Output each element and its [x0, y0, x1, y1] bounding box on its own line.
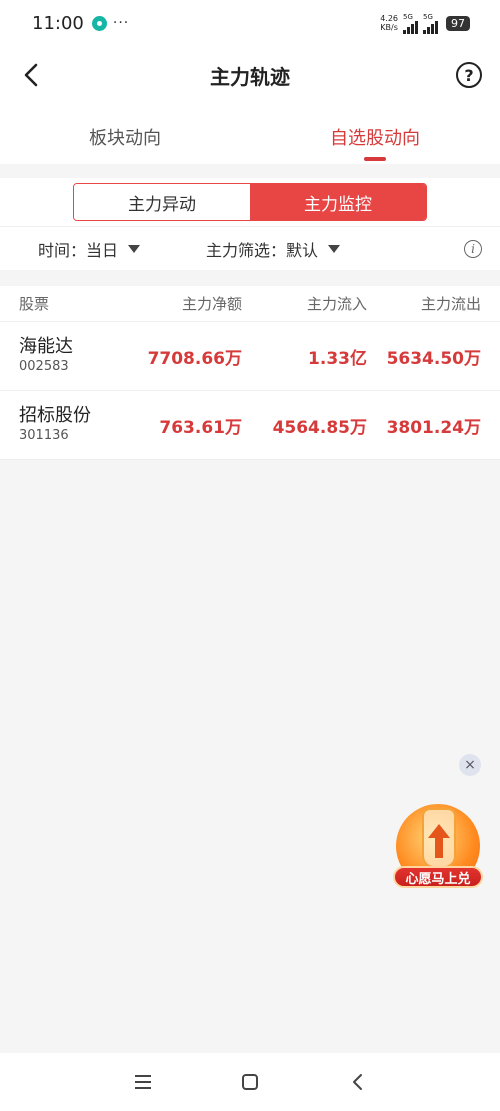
table-row[interactable]: 海能达 002583 7708.66万 1.33亿 5634.50万 [0, 322, 500, 391]
signal-icon: 5G [403, 13, 418, 34]
network-speed-value: 4.26 [380, 14, 398, 23]
signal-icon-2: 5G [423, 13, 438, 34]
outflow-value: 5634.50万 [386, 348, 481, 369]
page-title: 主力轨迹 [210, 64, 290, 89]
promo-label: 心愿马上兑 [393, 866, 483, 888]
table-row[interactable]: 招标股份 301136 763.61万 4564.85万 3801.24万 [0, 391, 500, 460]
main-force-filter[interactable]: 主力筛选：默认 [206, 237, 341, 261]
net-value: 763.61万 [159, 417, 242, 438]
stock-cell: 招标股份 301136 [0, 405, 130, 445]
main-tabs: 板块动向 自选股动向 [0, 104, 500, 164]
back-nav-button[interactable] [337, 1062, 377, 1102]
app-notification-icon [91, 15, 107, 31]
header-outflow[interactable]: 主力流出 [367, 293, 481, 314]
segment-control: 主力异动 主力监控 [73, 183, 427, 221]
system-nav-bar [0, 1053, 500, 1111]
arrow-stem [435, 838, 443, 858]
header-net[interactable]: 主力净额 [130, 293, 242, 314]
segment-monitor[interactable]: 主力监控 [250, 184, 426, 220]
menu-button[interactable] [123, 1062, 163, 1102]
header-stock: 股票 [19, 295, 50, 313]
stock-code: 301136 [19, 428, 69, 443]
home-button[interactable] [230, 1062, 270, 1102]
main-force-filter-label: 主力筛选：默认 [206, 240, 319, 260]
stock-code: 002583 [19, 359, 69, 374]
status-time: 11:00 [32, 12, 84, 34]
outflow-value: 3801.24万 [386, 417, 481, 438]
segment-abnormal[interactable]: 主力异动 [74, 184, 250, 220]
tab-sector-trend[interactable]: 板块动向 [0, 104, 250, 164]
arrow-up-icon [428, 824, 450, 838]
back-button[interactable] [14, 58, 48, 92]
stock-name: 招标股份 [19, 405, 91, 426]
header-inflow[interactable]: 主力流入 [242, 293, 367, 314]
info-icon: i [471, 241, 475, 256]
home-icon [241, 1074, 258, 1090]
help-button[interactable]: ? [456, 62, 482, 88]
close-promo-button[interactable]: × [459, 754, 481, 776]
tab-watchlist-trend[interactable]: 自选股动向 [250, 104, 500, 164]
more-notifications-icon: ··· [112, 15, 130, 31]
signal-label: 5G [403, 12, 413, 21]
table-header: 股票 主力净额 主力流入 主力流出 [0, 286, 500, 322]
net-value: 7708.66万 [147, 348, 242, 369]
inflow-value: 1.33亿 [308, 348, 367, 369]
inflow-value: 4564.85万 [272, 417, 367, 438]
stock-name: 海能达 [19, 336, 73, 357]
caret-down-icon [128, 244, 141, 253]
stock-cell: 海能达 002583 [0, 336, 130, 376]
stock-table: 股票 主力净额 主力流入 主力流出 海能达 002583 7708.66万 1.… [0, 286, 500, 460]
close-icon: × [464, 757, 476, 773]
segment-area: 主力异动 主力监控 [0, 178, 500, 226]
info-button[interactable]: i [464, 239, 482, 258]
back-icon [352, 1074, 362, 1090]
filter-row: 时间：当日 主力筛选：默认 i [0, 226, 500, 270]
back-arrow-icon [24, 63, 38, 87]
status-indicators: 4.26 KB/s 5G 5G 97 [380, 13, 470, 34]
network-speed-unit: KB/s [380, 23, 398, 32]
caret-down-icon [328, 244, 341, 253]
time-filter[interactable]: 时间：当日 [38, 237, 141, 261]
signal-label-2: 5G [423, 12, 433, 21]
help-icon: ? [464, 65, 474, 85]
network-speed: 4.26 KB/s [380, 14, 398, 32]
battery-icon: 97 [446, 15, 470, 31]
status-bar: 11:00 ··· 4.26 KB/s 5G 5G 97 [0, 0, 500, 46]
menu-icon [135, 1075, 152, 1089]
time-filter-label: 时间：当日 [38, 240, 119, 260]
promo-widget[interactable]: 心愿马上兑 [392, 800, 484, 892]
title-bar: 主力轨迹 ? [0, 46, 500, 104]
